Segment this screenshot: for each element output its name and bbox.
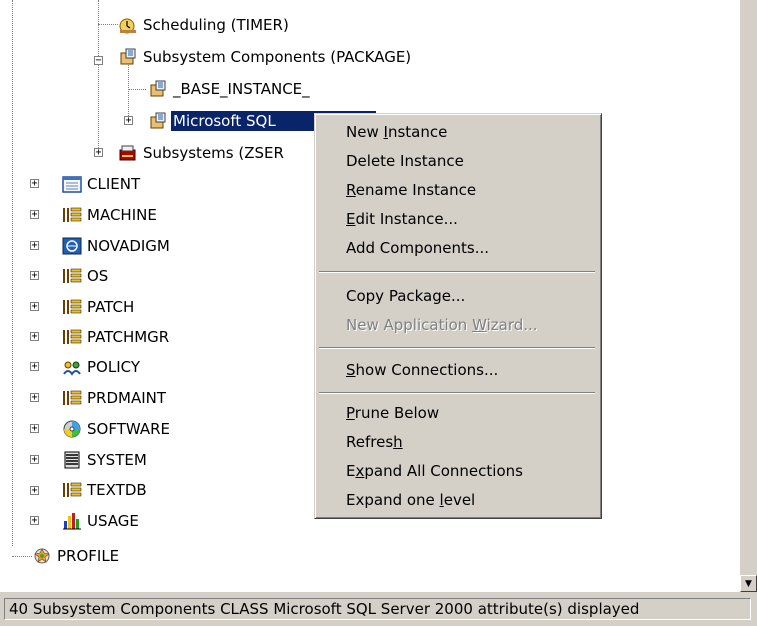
tree-item[interactable]: PATCH	[62, 296, 136, 318]
tree-item[interactable]: SYSTEM	[62, 449, 149, 471]
expand-toggle[interactable]: +	[30, 302, 39, 312]
expand-toggle[interactable]: +	[30, 210, 39, 220]
tree-connector	[12, 0, 13, 546]
status-text: 40 Subsystem Components CLASS Microsoft …	[4, 598, 751, 620]
tree-item[interactable]: USAGE	[62, 510, 141, 532]
tree-item[interactable]: Subsystem Components (PACKAGE)	[118, 46, 413, 68]
tree-item-label: PRDMAINT	[87, 389, 167, 407]
menu-item-copy-package[interactable]: Copy Package...	[318, 282, 598, 311]
subsystems-icon	[119, 145, 136, 161]
tree-item[interactable]: PATCHMGR	[62, 326, 171, 348]
menu-item-show-connections[interactable]: Show Connections...	[318, 356, 598, 385]
menu-item-delete-instance[interactable]: Delete Instance	[318, 147, 598, 176]
expand-toggle[interactable]: +	[30, 516, 39, 526]
menu-item-expand-one-level[interactable]: Expand one level	[318, 486, 598, 515]
menu-item-new-instance[interactable]: New Instance	[318, 118, 598, 147]
package-icon	[120, 48, 136, 65]
expand-toggle[interactable]: +	[30, 362, 39, 372]
policy-icon	[63, 361, 81, 376]
menu-separator	[319, 271, 595, 273]
expand-toggle[interactable]: +	[30, 241, 39, 251]
class-icon	[63, 299, 82, 314]
menu-item-refresh[interactable]: Refresh	[318, 428, 598, 457]
tree-item[interactable]: PRDMAINT	[62, 387, 168, 409]
profile-icon	[34, 548, 50, 564]
tree-item[interactable]: _BASE_INSTANCE_	[148, 78, 312, 100]
tree-item-label: MACHINE	[87, 206, 157, 224]
menu-item-edit-instance[interactable]: Edit Instance...	[318, 205, 598, 234]
tree-connector	[12, 556, 32, 557]
tree-item-label: SOFTWARE	[87, 420, 171, 438]
class-icon	[63, 390, 82, 405]
class-icon	[63, 207, 82, 222]
expand-toggle[interactable]: +	[30, 271, 39, 281]
tree-connector	[128, 62, 129, 122]
menu-separator	[319, 347, 595, 349]
system-icon	[64, 451, 80, 469]
menu-separator	[319, 392, 595, 394]
package-icon	[150, 112, 166, 129]
novadigm-icon	[62, 237, 82, 255]
tree-item-label: SYSTEM	[87, 451, 147, 469]
software-icon	[63, 420, 81, 438]
tree-item-label: TEXTDB	[87, 481, 147, 499]
tree-item[interactable]: Scheduling (TIMER)	[118, 14, 291, 36]
class-icon	[63, 329, 82, 344]
expand-toggle[interactable]: +	[30, 424, 39, 434]
tree-item[interactable]: CLIENT	[62, 173, 142, 195]
collapse-toggle[interactable]: −	[94, 56, 103, 66]
client-icon	[62, 176, 82, 193]
tree-item-label: Scheduling (TIMER)	[143, 16, 289, 34]
context-menu: New Instance Delete Instance Rename Inst…	[314, 113, 602, 519]
tree-item[interactable]: NOVADIGM	[62, 235, 172, 257]
tree-item[interactable]: POLICY	[62, 356, 142, 378]
class-icon	[63, 482, 82, 497]
tree-item-label: OS	[87, 267, 109, 285]
tree-connector	[98, 24, 118, 25]
package-icon	[150, 80, 166, 97]
usage-icon	[63, 513, 81, 530]
expand-toggle[interactable]: +	[30, 332, 39, 342]
menu-item-prune-below[interactable]: Prune Below	[318, 399, 598, 428]
tree-item-label: PROFILE	[57, 547, 120, 565]
expand-toggle[interactable]: +	[30, 393, 39, 403]
expand-toggle[interactable]: +	[30, 486, 39, 496]
scroll-down-arrow-icon[interactable]: ▼	[740, 575, 757, 592]
expand-toggle[interactable]: +	[30, 455, 39, 465]
tree-item[interactable]: Subsystems (ZSER	[118, 142, 286, 164]
status-bar: 40 Subsystem Components CLASS Microsoft …	[0, 592, 757, 626]
tree-item-label: _BASE_INSTANCE_	[173, 80, 310, 98]
tree-item[interactable]: TEXTDB	[62, 479, 149, 501]
tree-connector	[128, 89, 146, 90]
expand-toggle[interactable]: +	[30, 179, 39, 189]
menu-item-add-components[interactable]: Add Components...	[318, 234, 598, 263]
tree-item[interactable]: PROFILE	[32, 545, 121, 567]
tree-item-label: PATCHMGR	[87, 328, 170, 346]
tree-item-label: POLICY	[87, 358, 141, 376]
tree-item-label: USAGE	[87, 512, 139, 530]
scheduling-icon	[119, 18, 136, 34]
tree-item-label: PATCH	[87, 298, 135, 316]
tree-item-label: Subsystems (ZSER	[143, 144, 284, 162]
tree-item-label: CLIENT	[87, 175, 141, 193]
menu-item-rename-instance[interactable]: Rename Instance	[318, 176, 598, 205]
menu-item-new-application-wizard: New Application Wizard...	[346, 316, 538, 334]
tree-item[interactable]: SOFTWARE	[62, 418, 172, 440]
expand-toggle[interactable]: +	[94, 148, 103, 158]
tree-item[interactable]: MACHINE	[62, 204, 159, 226]
tree-item-label: Subsystem Components (PACKAGE)	[143, 48, 412, 66]
tree-item-label: NOVADIGM	[87, 237, 170, 255]
expand-toggle[interactable]: +	[124, 116, 133, 126]
tree-item[interactable]: OS	[62, 265, 110, 287]
vertical-scrollbar[interactable]: ▼	[740, 0, 757, 592]
class-icon	[63, 268, 82, 283]
menu-item-expand-all-connections[interactable]: Expand All Connections	[318, 457, 598, 486]
